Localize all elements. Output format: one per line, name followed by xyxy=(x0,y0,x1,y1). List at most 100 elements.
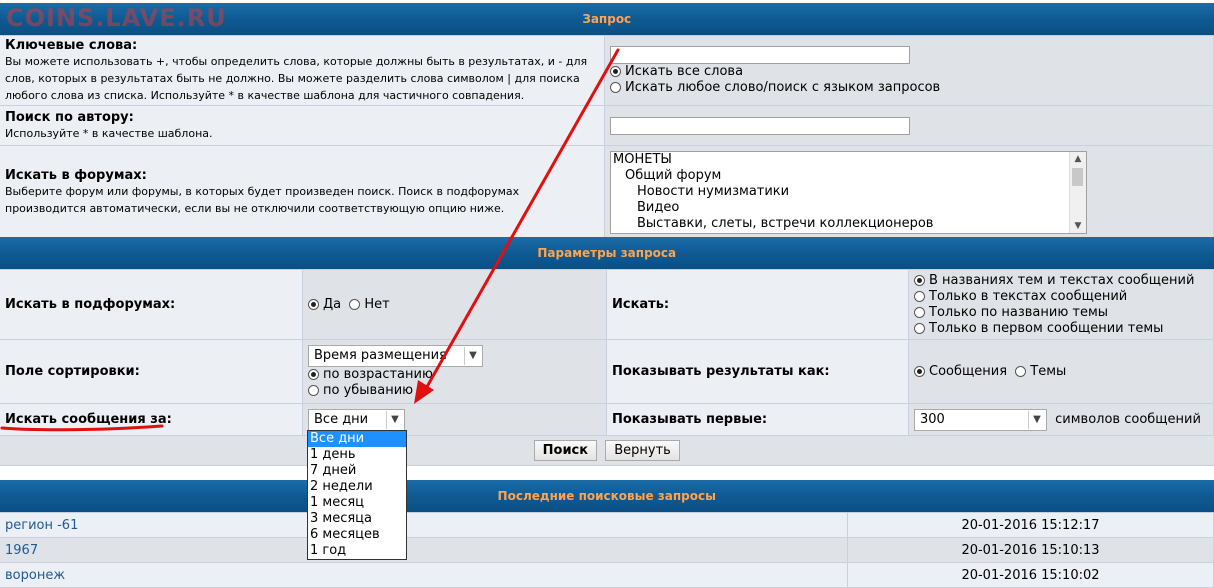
forums-list-cell: МОНЕТЫ Общий форум Новости нумизматики В… xyxy=(604,145,1214,239)
params-section: Параметры запроса Искать в подфорумах: Д… xyxy=(0,237,1214,466)
search-in-radio[interactable] xyxy=(914,306,925,318)
forum-item[interactable]: Видео xyxy=(611,200,1086,216)
buttons-row: Поиск Вернуть xyxy=(0,435,1214,466)
period-value: Все дни xyxy=(314,412,369,427)
subforums-yes-option[interactable]: Да xyxy=(308,297,341,312)
period-option[interactable]: 1 день xyxy=(308,447,406,463)
period-label: Искать сообщения за: xyxy=(5,412,172,427)
sort-asc-option[interactable]: по возрастанию xyxy=(308,367,601,383)
reset-button[interactable]: Вернуть xyxy=(605,440,680,461)
chevron-down-icon[interactable]: ▼ xyxy=(386,410,403,429)
show-first-label-cell: Показывать первые: xyxy=(606,403,909,436)
sort-desc-option[interactable]: по убыванию xyxy=(308,383,601,399)
recent-time: 20-01-2016 15:12:17 xyxy=(847,512,1214,538)
period-select[interactable]: Все дни ▼ xyxy=(308,408,405,431)
author-label-cell: Поиск по автору: Используйте * в качеств… xyxy=(0,105,605,146)
search-in-radio[interactable] xyxy=(914,322,925,334)
period-option[interactable]: Все дни xyxy=(308,431,406,447)
subforums-label-cell: Искать в подфорумах: xyxy=(0,269,303,340)
period-option[interactable]: 7 дней xyxy=(308,463,406,479)
site-watermark: COINS.LAVE.RU xyxy=(6,4,227,32)
table-row: 1967 20-01-2016 15:10:13 xyxy=(0,537,1214,563)
keywords-input-cell: Искать все слова Искать любое слово/поис… xyxy=(604,35,1214,106)
sort-desc-label: по убыванию xyxy=(323,382,414,398)
subforums-yes-radio[interactable] xyxy=(308,298,319,310)
display-options: Сообщения Темы xyxy=(908,339,1214,404)
display-topics-label: Темы xyxy=(1030,363,1067,379)
search-in-option[interactable]: Только в текстах сообщений xyxy=(914,289,1208,305)
table-row: воронеж 20-01-2016 15:10:02 xyxy=(0,562,1214,588)
subforums-no-option[interactable]: Нет xyxy=(349,296,390,312)
recent-section-title: Последние поисковые запросы xyxy=(0,480,1214,513)
period-option[interactable]: 1 год xyxy=(308,543,406,559)
scrollbar-thumb[interactable] xyxy=(1072,167,1083,186)
display-label-cell: Показывать результаты как: xyxy=(606,339,909,404)
sort-label-cell: Поле сортировки: xyxy=(0,339,303,404)
recent-query-link[interactable]: регион -61 xyxy=(5,518,78,533)
query-section: Запрос Ключевые слова: Вы можете использ… xyxy=(0,3,1214,239)
subforums-no-radio[interactable] xyxy=(349,298,361,310)
keywords-label-cell: Ключевые слова: Вы можете использовать +… xyxy=(0,35,605,106)
show-first-label: Показывать первые: xyxy=(612,412,768,427)
display-topics-option[interactable]: Темы xyxy=(1015,364,1066,379)
search-in-option-label: В названиях тем и текстах сообщений xyxy=(929,272,1195,288)
recent-query-cell: воронеж xyxy=(0,562,848,588)
author-label: Поиск по автору: xyxy=(5,109,134,125)
recent-query-link[interactable]: воронеж xyxy=(5,568,65,583)
display-posts-option[interactable]: Сообщения xyxy=(914,364,1007,379)
sort-desc-radio[interactable] xyxy=(308,384,319,396)
keywords-hint: Вы можете использовать +, чтобы определи… xyxy=(5,54,588,102)
match-any-radio[interactable] xyxy=(610,81,621,93)
params-section-title: Параметры запроса xyxy=(0,237,1214,270)
subforums-options: Да Нет xyxy=(302,269,607,340)
sort-asc-radio[interactable] xyxy=(308,368,319,380)
forum-item[interactable]: Общий форум xyxy=(611,168,1086,184)
recent-query-cell: регион -61 xyxy=(0,512,848,538)
period-option[interactable]: 2 недели xyxy=(308,479,406,495)
forums-scrollbar[interactable]: ▲ ▼ xyxy=(1069,151,1086,233)
match-all-radio[interactable] xyxy=(610,65,621,77)
search-button[interactable]: Поиск xyxy=(533,440,598,461)
sort-field-value: Время размещения xyxy=(314,348,447,363)
sort-asc-label: по возрастанию xyxy=(323,366,433,382)
keywords-input[interactable] xyxy=(610,45,910,64)
keywords-label: Ключевые слова: xyxy=(5,37,138,53)
author-input[interactable] xyxy=(610,116,910,135)
show-first-suffix: символов сообщений xyxy=(1055,412,1201,427)
period-option[interactable]: 1 месяц xyxy=(308,495,406,511)
forums-listbox[interactable]: МОНЕТЫ Общий форум Новости нумизматики В… xyxy=(610,150,1087,234)
recent-searches-section: Последние поисковые запросы регион -61 2… xyxy=(0,480,1214,588)
subforums-no-label: Нет xyxy=(364,296,390,312)
sort-controls: Время размещения ▼ по возрастанию по убыв… xyxy=(302,339,607,404)
author-hint: Используйте * в качестве шаблона. xyxy=(5,126,213,140)
period-option[interactable]: 3 месяца xyxy=(308,511,406,527)
display-topics-radio[interactable] xyxy=(1015,365,1027,377)
display-posts-radio[interactable] xyxy=(914,365,925,377)
forums-label-cell: Искать в форумах: Выберите форум или фор… xyxy=(0,145,605,239)
search-in-option[interactable]: В названиях тем и текстах сообщений xyxy=(914,273,1208,289)
show-first-value: 300 xyxy=(920,412,945,427)
author-input-cell xyxy=(604,105,1214,146)
forum-item[interactable]: Выставки, слеты, встречи коллекционеров xyxy=(611,216,1086,232)
chevron-down-icon[interactable]: ▼ xyxy=(1028,410,1045,429)
sort-field-select[interactable]: Время размещения ▼ xyxy=(308,344,483,367)
forum-item[interactable]: Новости нумизматики xyxy=(611,184,1086,200)
match-all-option[interactable]: Искать все слова xyxy=(610,64,1208,80)
period-label-cell: Искать сообщения за: xyxy=(0,403,303,436)
search-in-radio[interactable] xyxy=(914,290,925,302)
chevron-down-icon[interactable]: ▼ xyxy=(464,346,481,365)
forum-item[interactable]: МОНЕТЫ xyxy=(611,152,1086,168)
search-in-option[interactable]: Только по названию темы xyxy=(914,305,1208,321)
search-in-label: Искать: xyxy=(612,297,670,312)
show-first-select[interactable]: 300 ▼ xyxy=(914,408,1047,431)
chevron-down-icon[interactable]: ▼ xyxy=(1070,219,1086,233)
period-option[interactable]: 6 месяцев xyxy=(308,527,406,543)
chevron-up-icon[interactable]: ▲ xyxy=(1070,152,1086,166)
display-label: Показывать результаты как: xyxy=(612,364,830,379)
search-in-radio[interactable] xyxy=(914,274,925,286)
match-any-option[interactable]: Искать любое слово/поиск с языком запрос… xyxy=(610,80,1208,96)
search-in-option-label: Только в первом сообщении темы xyxy=(929,320,1164,336)
search-in-option[interactable]: Только в первом сообщении темы xyxy=(914,321,1208,337)
period-dropdown-list[interactable]: Все дни 1 день 7 дней 2 недели 1 месяц 3… xyxy=(307,430,407,560)
recent-query-link[interactable]: 1967 xyxy=(5,543,38,558)
